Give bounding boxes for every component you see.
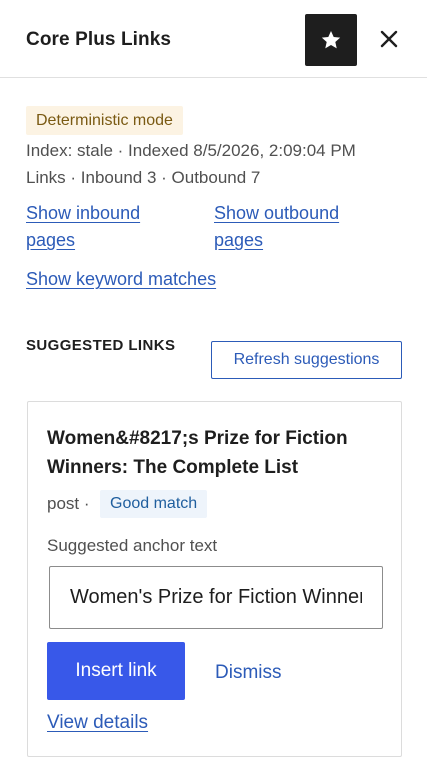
suggestion-title: Women&#8217;s Prize for Fiction Winners:…	[47, 428, 348, 478]
suggested-links-heading: SUGGESTED LINKS	[26, 337, 176, 354]
show-inbound-link[interactable]: Show inbound pages	[26, 200, 176, 254]
match-badge: Good match	[100, 490, 208, 518]
insert-link-button[interactable]: Insert link	[47, 642, 185, 700]
show-outbound-link[interactable]: Show outbound pages	[214, 200, 374, 254]
panel-header: Core Plus Links	[0, 0, 427, 78]
anchor-text-label: Suggested anchor text	[47, 536, 218, 555]
show-keyword-link[interactable]: Show keyword matches	[26, 266, 216, 293]
anchor-text-input[interactable]	[49, 566, 383, 629]
mode-badge: Deterministic mode	[26, 106, 183, 135]
links-count: Links · Inbound 3 · Outbound 7	[26, 168, 261, 187]
refresh-suggestions-button[interactable]: Refresh suggestions	[211, 341, 402, 379]
suggestion-card: Women&#8217;s Prize for Fiction Winners:…	[27, 401, 402, 757]
panel-title: Core Plus Links	[26, 29, 172, 50]
star-button[interactable]	[305, 14, 357, 66]
suggestion-type: post ·	[47, 494, 90, 513]
dismiss-button[interactable]: Dismiss	[215, 662, 282, 684]
core-plus-links-panel: Core Plus Links Deterministic mode Index…	[0, 0, 427, 769]
view-details-link[interactable]: View details	[47, 712, 148, 734]
close-icon	[380, 30, 398, 48]
star-icon	[321, 31, 341, 49]
index-status: Index: stale · Indexed 8/5/2026, 2:09:04…	[26, 141, 356, 160]
close-button[interactable]	[372, 22, 406, 56]
